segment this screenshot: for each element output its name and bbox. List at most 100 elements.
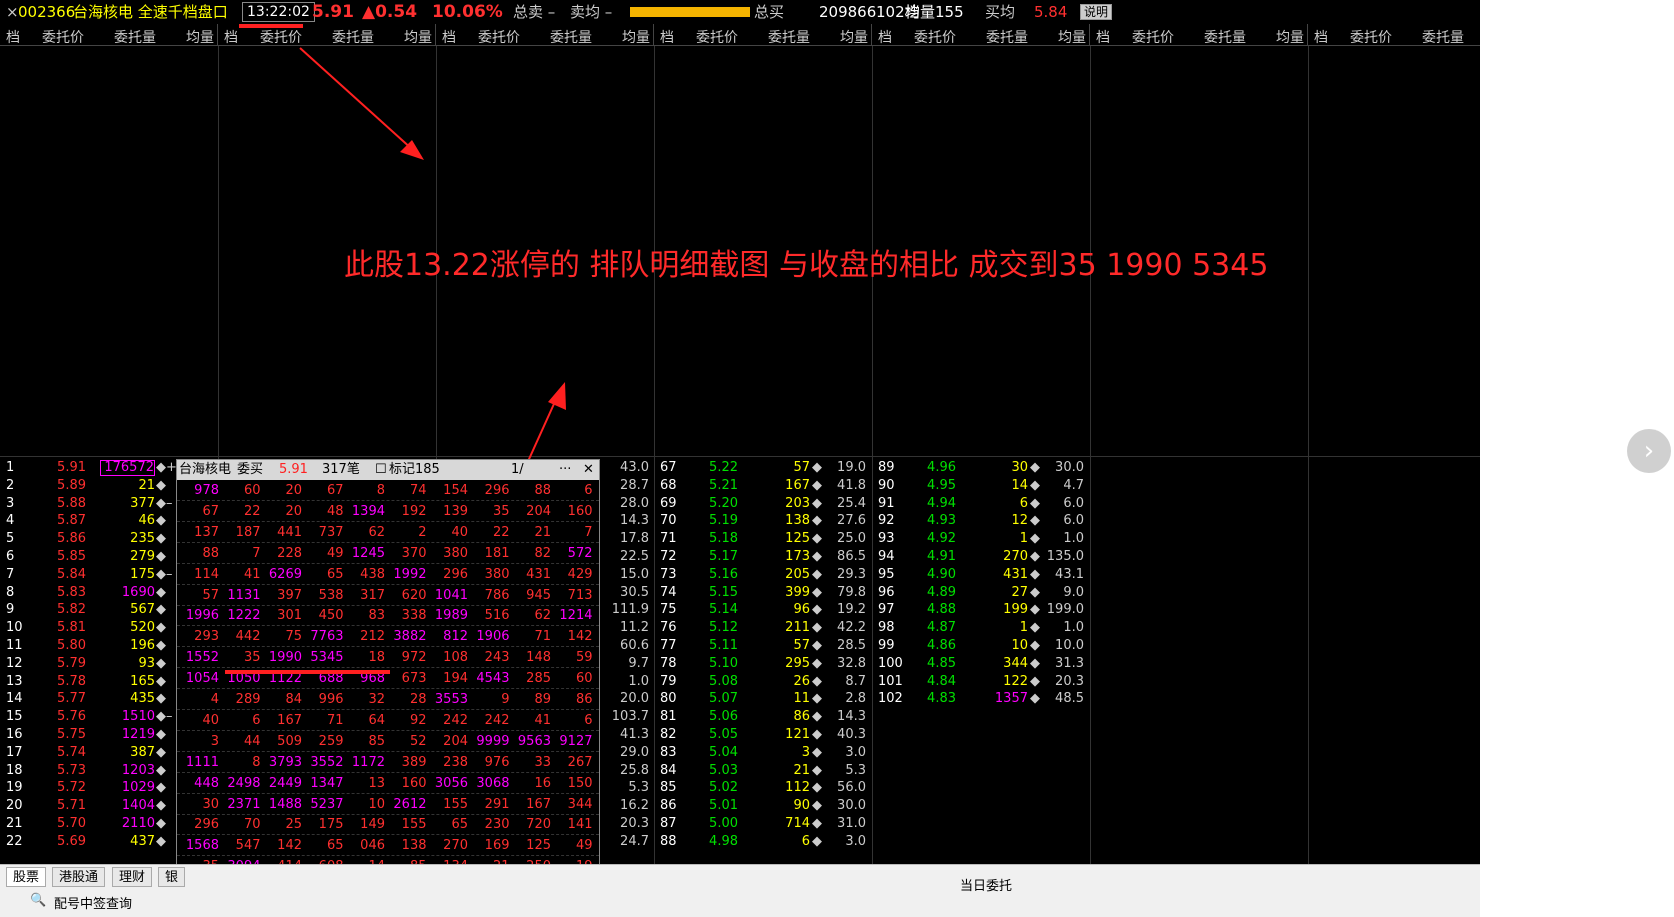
bid-level-row[interactable]: 12 5.79 93 ◆ — [4, 655, 204, 673]
bid-level-row[interactable]: 18 5.73 1203 ◆ — [4, 762, 204, 780]
close-icon[interactable]: × — [6, 0, 19, 24]
bid-level-row[interactable]: 5 5.86 235 ◆ — [4, 530, 204, 548]
bid-level-row[interactable]: 100 4.85 344 ◆ 31.3 — [876, 655, 1088, 673]
bid-level-row[interactable]: 95 4.90 431 ◆ 43.1 — [876, 566, 1088, 584]
bid-level-row[interactable]: 90 4.95 14 ◆ 4.7 — [876, 477, 1088, 495]
bid-level-row[interactable]: 10 5.81 520 ◆ — [4, 619, 204, 637]
bid-level-row[interactable]: 89 4.96 30 ◆ 30.0 — [876, 459, 1088, 477]
bid-level-row[interactable]: 96 4.89 27 ◆ 9.0 — [876, 584, 1088, 602]
bid-level-row[interactable]: 82 5.05 121 ◆ 40.3 — [658, 726, 870, 744]
column-header[interactable]: 委托价 — [42, 27, 84, 47]
column-header[interactable]: 委托量 — [332, 27, 374, 47]
column-header[interactable]: 委托量 — [1204, 27, 1246, 47]
column-header[interactable]: 均量 — [1276, 27, 1304, 47]
bid-level-row[interactable]: 11 5.80 196 ◆ — [4, 637, 204, 655]
order-queue-popup[interactable]: 台海核电 委买 5.91 317笔 ☐ 标记185 1/ ··· ✕ 978 60… — [176, 459, 600, 900]
bid-level-row[interactable]: 87 5.00 714 ◆ 31.0 — [658, 815, 870, 833]
bid-level-row[interactable]: 69 5.20 203 ◆ 25.4 — [658, 495, 870, 513]
bid-level-row[interactable]: 98 4.87 1 ◆ 1.0 — [876, 619, 1088, 637]
bid-level-row[interactable]: 67 5.22 57 ◆ 19.0 — [658, 459, 870, 477]
column-header[interactable]: 档 — [1096, 27, 1110, 47]
popup-mark[interactable]: 标记185 — [389, 460, 440, 480]
tab-bank[interactable]: 银 — [158, 867, 186, 887]
column-header[interactable]: 委托量 — [986, 27, 1028, 47]
column-header[interactable]: 委托量 — [768, 27, 810, 47]
bid-level-row[interactable]: 73 5.16 205 ◆ 29.3 — [658, 566, 870, 584]
column-header[interactable]: 委托量 — [1422, 27, 1464, 47]
column-header[interactable]: 档 — [442, 27, 456, 47]
bid-level-row[interactable]: 21 5.70 2110 ◆ — [4, 815, 204, 833]
diamond-icon: ◆ — [1030, 513, 1040, 529]
column-header[interactable]: 委托价 — [260, 27, 302, 47]
bid-level-row[interactable]: 6 5.85 279 ◆ — [4, 548, 204, 566]
bid-level-row[interactable]: 16 5.75 1219 ◆ — [4, 726, 204, 744]
column-header[interactable]: 档 — [660, 27, 674, 47]
bid-level-row[interactable]: 70 5.19 138 ◆ 27.6 — [658, 512, 870, 530]
column-header[interactable]: 均量 — [622, 27, 650, 47]
bid-level-row[interactable]: 78 5.10 295 ◆ 32.8 — [658, 655, 870, 673]
bid-level-row[interactable]: 102 4.83 1357 ◆ 48.5 — [876, 690, 1088, 708]
help-button[interactable]: 说明 — [1080, 4, 1113, 20]
tab-wealth[interactable]: 理财 — [112, 867, 153, 887]
column-header[interactable]: 委托价 — [914, 27, 956, 47]
bid-level-row[interactable]: 79 5.08 26 ◆ 8.7 — [658, 673, 870, 691]
bid-level-row[interactable]: 77 5.11 57 ◆ 28.5 — [658, 637, 870, 655]
column-header[interactable]: 委托价 — [696, 27, 738, 47]
column-header[interactable]: 档 — [224, 27, 238, 47]
column-header[interactable]: 档 — [1314, 27, 1328, 47]
column-header[interactable]: 档 — [878, 27, 892, 47]
bid-level-row[interactable]: 68 5.21 167 ◆ 41.8 — [658, 477, 870, 495]
bid-level-row[interactable]: 92 4.93 12 ◆ 6.0 — [876, 512, 1088, 530]
column-header[interactable]: 委托量 — [550, 27, 592, 47]
bid-level-row[interactable]: 14 5.77 435 ◆ — [4, 690, 204, 708]
column-header[interactable]: 均量 — [404, 27, 432, 47]
bid-level-row[interactable]: 97 4.88 199 ◆ 199.0 — [876, 601, 1088, 619]
bid-level-row[interactable]: 74 5.15 399 ◆ 79.8 — [658, 584, 870, 602]
bid-level-row[interactable]: 93 4.92 1 ◆ 1.0 — [876, 530, 1088, 548]
bid-level-row[interactable]: 2 5.89 21 ◆ — [4, 477, 204, 495]
bid-level-row[interactable]: 20 5.71 1404 ◆ — [4, 797, 204, 815]
bid-level-row[interactable]: 3 5.88 377 ◆– — [4, 495, 204, 513]
bid-level-row[interactable]: 88 4.98 6 ◆ 3.0 — [658, 833, 870, 851]
column-header[interactable]: 均量 — [186, 27, 214, 47]
column-header[interactable]: 档 — [6, 27, 20, 47]
bid-level-row[interactable]: 85 5.02 112 ◆ 56.0 — [658, 779, 870, 797]
bid-level-row[interactable]: 99 4.86 10 ◆ 10.0 — [876, 637, 1088, 655]
bid-level-row[interactable]: 91 4.94 6 ◆ 6.0 — [876, 495, 1088, 513]
bid-level-row[interactable]: 84 5.03 21 ◆ 5.3 — [658, 762, 870, 780]
tab-hk-connect[interactable]: 港股通 — [52, 867, 106, 887]
bid-level-row[interactable]: 9 5.82 567 ◆ — [4, 601, 204, 619]
bid-level-row[interactable]: 81 5.06 86 ◆ 14.3 — [658, 708, 870, 726]
popup-titlebar[interactable]: 台海核电 委买 5.91 317笔 ☐ 标记185 1/ ··· ✕ — [177, 460, 599, 480]
bid-level-row[interactable]: 17 5.74 387 ◆ — [4, 744, 204, 762]
bid-level-row[interactable]: 1 5.91 176572 ◆+ — [4, 459, 204, 477]
column-header[interactable]: 委托量 — [114, 27, 156, 47]
bid-level-row[interactable]: 94 4.91 270 ◆ 135.0 — [876, 548, 1088, 566]
bid-level-row[interactable]: 8 5.83 1690 ◆ — [4, 584, 204, 602]
bid-level-row[interactable]: 80 5.07 11 ◆ 2.8 — [658, 690, 870, 708]
popup-mark-icon[interactable]: ☐ — [375, 460, 387, 480]
more-icon[interactable]: ··· — [559, 460, 571, 480]
popup-close-icon[interactable]: ✕ — [583, 460, 594, 480]
tab-stocks[interactable]: 股票 — [6, 867, 47, 887]
bid-level-row[interactable]: 19 5.72 1029 ◆ — [4, 779, 204, 797]
bid-level-row[interactable]: 15 5.76 1510 ◆– — [4, 708, 204, 726]
bid-level-row[interactable]: 72 5.17 173 ◆ 86.5 — [658, 548, 870, 566]
bid-level-row[interactable]: 71 5.18 125 ◆ 25.0 — [658, 530, 870, 548]
bid-level-row[interactable]: 76 5.12 211 ◆ 42.2 — [658, 619, 870, 637]
bid-level-row[interactable]: 86 5.01 90 ◆ 30.0 — [658, 797, 870, 815]
next-image-button[interactable]: › — [1627, 429, 1671, 473]
column-header[interactable]: 均量 — [840, 27, 868, 47]
bid-level-row[interactable]: 4 5.87 46 ◆ — [4, 512, 204, 530]
tree-item-lottery-query[interactable]: 配号中签查询 — [54, 893, 132, 912]
column-header[interactable]: 委托价 — [1350, 27, 1392, 47]
column-header[interactable]: 均量 — [1058, 27, 1086, 47]
bid-level-row[interactable]: 13 5.78 165 ◆ — [4, 673, 204, 691]
bid-level-row[interactable]: 7 5.84 175 ◆– — [4, 566, 204, 584]
bid-level-row[interactable]: 75 5.14 96 ◆ 19.2 — [658, 601, 870, 619]
bid-level-row[interactable]: 101 4.84 122 ◆ 20.3 — [876, 673, 1088, 691]
bid-level-row[interactable]: 83 5.04 3 ◆ 3.0 — [658, 744, 870, 762]
column-header[interactable]: 委托价 — [1132, 27, 1174, 47]
bid-level-row[interactable]: 22 5.69 437 ◆ — [4, 833, 204, 851]
column-header[interactable]: 委托价 — [478, 27, 520, 47]
